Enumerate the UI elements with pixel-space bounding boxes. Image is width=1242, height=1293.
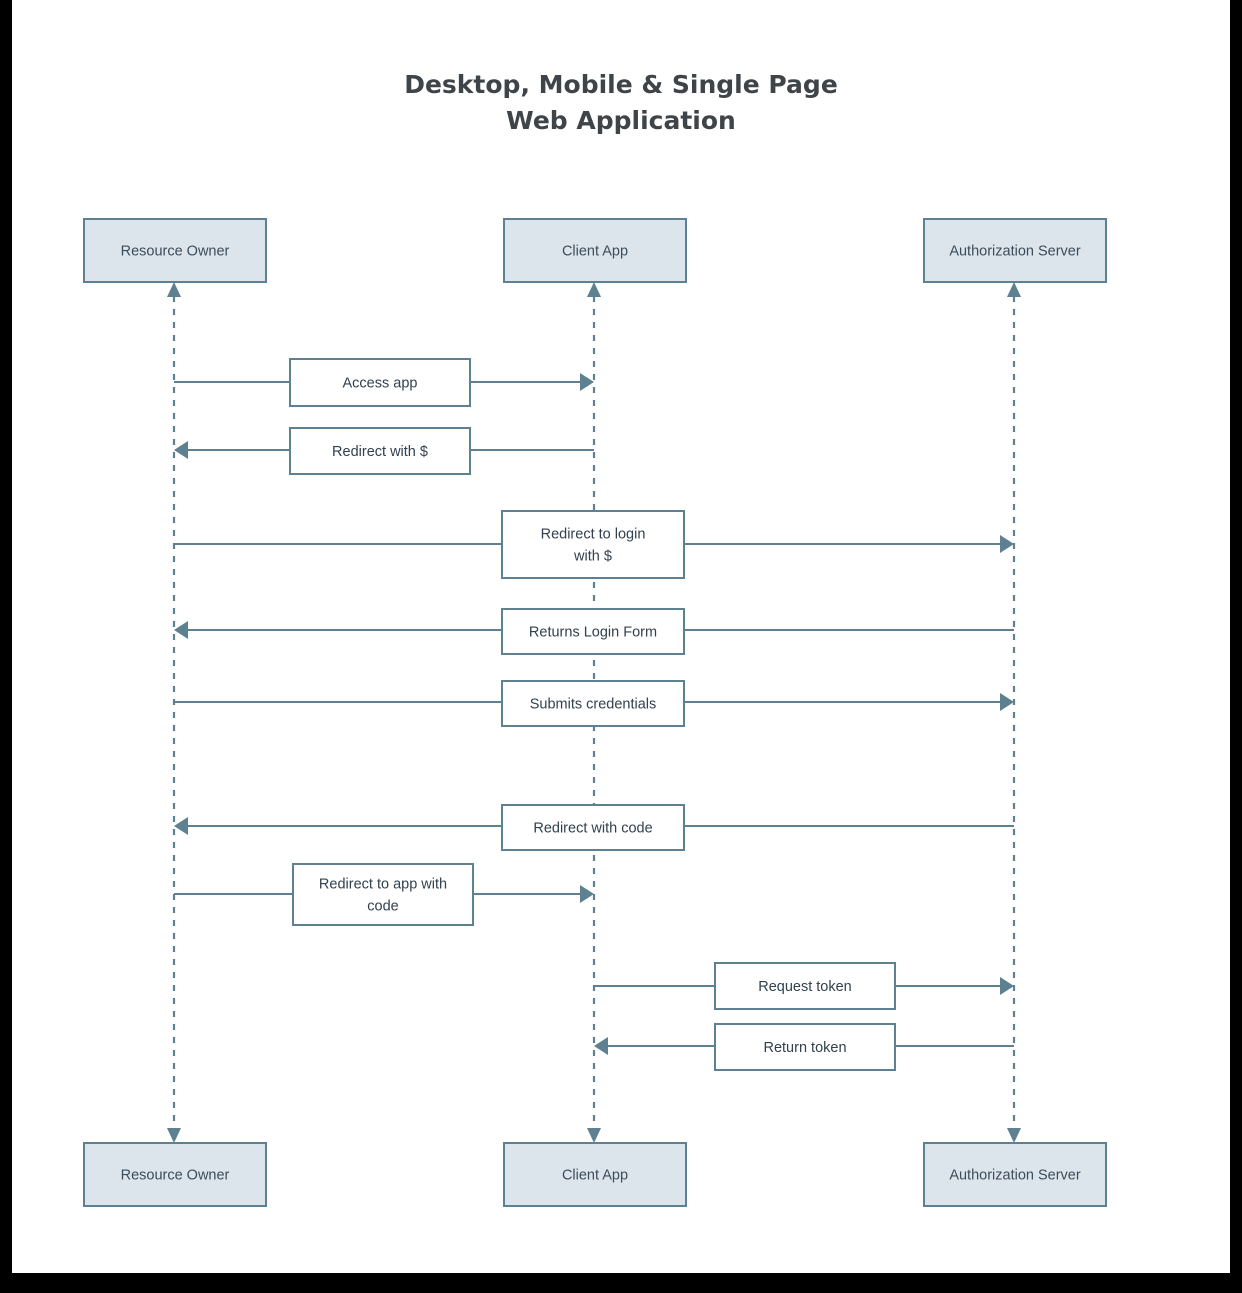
participant-footer-auth_server[interactable]: Authorization Server (923, 1142, 1107, 1207)
participant-label: Resource Owner (121, 243, 230, 259)
message-label-line: Access app (343, 376, 418, 392)
message-2[interactable]: Redirect with $ (174, 427, 594, 475)
lifeline-arrow-down-client_app (587, 1128, 601, 1143)
message-label-line: code (367, 899, 398, 915)
participant-label: Authorization Server (949, 243, 1081, 259)
message-4[interactable]: Returns Login Form (174, 608, 1014, 655)
title-line-2: Web Application (506, 106, 736, 135)
message-arrowhead (174, 621, 188, 639)
message-label-line: Return token (763, 1040, 846, 1056)
message-arrowhead (580, 885, 594, 903)
message-label-box (292, 863, 474, 926)
participant-footer-client_app[interactable]: Client App (503, 1142, 687, 1207)
message-9[interactable]: Return token (594, 1023, 1014, 1071)
message-label-line: Returns Login Form (529, 625, 657, 641)
diagram-title: Desktop, Mobile & Single Page Web Applic… (404, 70, 838, 135)
message-3[interactable]: Redirect to login with $ (174, 510, 1014, 579)
participant-label: Client App (562, 1167, 628, 1183)
lifeline-arrow-up-auth_server (1007, 282, 1021, 297)
message-label-box (501, 510, 685, 579)
message-6[interactable]: Redirect with code (174, 804, 1014, 851)
message-label-line: Redirect to login (541, 527, 646, 543)
message-label-line: Request token (758, 979, 852, 995)
message-1[interactable]: Access app (174, 358, 594, 407)
message-arrowhead (1000, 535, 1014, 553)
message-arrowhead (1000, 693, 1014, 711)
title-line-1: Desktop, Mobile & Single Page (404, 70, 838, 99)
message-arrowhead (1000, 977, 1014, 995)
message-label-line: Redirect to app with (319, 877, 447, 893)
lifeline-resource_owner (167, 282, 181, 1143)
lifeline-arrow-down-auth_server (1007, 1128, 1021, 1143)
sequence-diagram: Desktop, Mobile & Single Page Web Applic… (83, 70, 1107, 1207)
message-label-line: Submits credentials (530, 697, 657, 713)
lifeline-arrow-down-resource_owner (167, 1128, 181, 1143)
message-label-line: Redirect with $ (332, 444, 428, 460)
lifeline-arrow-up-resource_owner (167, 282, 181, 297)
diagram-canvas: Desktop, Mobile & Single Page Web Applic… (12, 0, 1230, 1273)
participant-label: Client App (562, 243, 628, 259)
message-label-line: Redirect with code (533, 821, 652, 837)
participant-header-auth_server[interactable]: Authorization Server (923, 218, 1107, 283)
participant-label: Resource Owner (121, 1167, 230, 1183)
participant-header-client_app[interactable]: Client App (503, 218, 687, 283)
message-7[interactable]: Redirect to app with code (174, 863, 594, 926)
participant-footer-resource_owner[interactable]: Resource Owner (83, 1142, 267, 1207)
message-8[interactable]: Request token (594, 962, 1014, 1010)
message-arrowhead (174, 441, 188, 459)
message-arrowhead (174, 817, 188, 835)
message-arrowhead (594, 1037, 608, 1055)
participant-label: Authorization Server (949, 1167, 1081, 1183)
message-label-line: with $ (573, 549, 612, 565)
message-arrowhead (580, 373, 594, 391)
lifeline-arrow-up-client_app (587, 282, 601, 297)
participant-header-resource_owner[interactable]: Resource Owner (83, 218, 267, 283)
lifeline-auth_server (1007, 282, 1021, 1143)
message-5[interactable]: Submits credentials (174, 680, 1014, 727)
